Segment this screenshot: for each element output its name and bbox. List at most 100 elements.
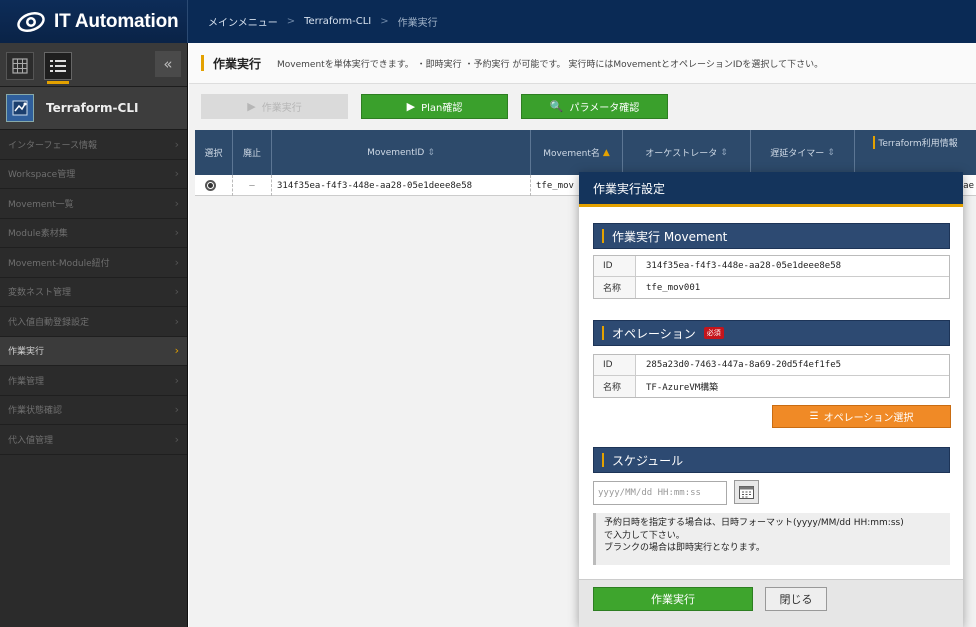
execution-settings-modal: 作業実行設定 作業実行 Movement ID 314f35ea-f4f3-44… [579, 172, 963, 627]
movement-details: ID 314f35ea-f4f3-448e-aa28-05e1deee8e58 … [593, 255, 950, 299]
schedule-note-line: 予約日時を指定する場合は、日時フォーマット(yyyy/MM/dd HH:mm:s… [604, 518, 904, 528]
sidebar-item-label: 代入値管理 [8, 435, 54, 446]
section-accent-bar [602, 453, 604, 467]
operation-name-label: 名称 [594, 376, 636, 397]
chevron-right-icon: › [174, 373, 179, 387]
operation-section-title: オペレーション [612, 326, 696, 341]
chevron-right-icon: › [174, 344, 179, 358]
modal-close-button[interactable]: 閉じる [765, 587, 827, 611]
page-header: 作業実行 Movementを単体実行できます。 ・即時実行 ・予約実行 が可能で… [189, 43, 976, 84]
double-chevron-left-icon: « [163, 55, 173, 73]
schedule-note: 予約日時を指定する場合は、日時フォーマット(yyyy/MM/dd HH:mm:s… [593, 513, 950, 565]
logo-icon [17, 11, 45, 32]
chevron-right-icon: › [174, 285, 179, 299]
modal-execute-button[interactable]: 作業実行 [593, 587, 753, 611]
chevron-right-icon: › [174, 314, 179, 328]
header-movement-id[interactable]: MovementID ⇕ [272, 130, 531, 175]
calendar-icon [739, 486, 754, 499]
header-delay-timer[interactable]: 遅延タイマー ⇕ [751, 130, 855, 175]
modal-title: 作業実行設定 [579, 172, 963, 207]
sidebar-item[interactable]: Module素材集 › [0, 218, 187, 248]
section-accent-bar [602, 229, 604, 243]
execute-button[interactable]: ▶ 作業実行 [201, 94, 348, 119]
parameter-check-button-label: パラメータ確認 [569, 103, 640, 114]
sidebar-item[interactable]: 変数ネスト管理 › [0, 277, 187, 307]
table-header: 選択 廃止 MovementID ⇕ Movement名 ▲ オーケストレータ ⇕ 遅… [195, 130, 976, 175]
page-title: 作業実行 [213, 56, 262, 71]
app-title: IT Automation [54, 10, 179, 32]
sidebar-item[interactable]: 代入値自動登録設定 › [0, 307, 187, 337]
operation-details: ID 285a23d0-7463-447a-8a69-20d5f4ef1fe5 … [593, 354, 950, 398]
sidebar-item[interactable]: 作業実行 › [0, 336, 187, 366]
movement-name-value: tfe_mov001 [646, 282, 701, 293]
sidebar-item[interactable]: Movement-Module紐付 › [0, 248, 187, 278]
page-description: Movementを単体実行できます。 ・即時実行 ・予約実行 が可能です。 実行… [277, 59, 824, 70]
sidebar-item[interactable]: 作業管理 › [0, 366, 187, 396]
sidebar-item[interactable]: 作業状態確認 › [0, 395, 187, 425]
sidebar-tabs: « [0, 43, 187, 87]
play-icon: ▶ [247, 100, 256, 113]
sidebar-item-label: Module素材集 [8, 229, 68, 240]
sidebar-item-label: 作業状態確認 [8, 406, 63, 417]
operation-select-label: オペレーション選択 [823, 413, 914, 424]
movement-section-title: 作業実行 Movement [612, 229, 728, 244]
select-radio-cell[interactable] [195, 175, 233, 196]
header-orchestrator-label: オーケストレータ [645, 149, 718, 159]
grid-view-tab[interactable] [6, 52, 34, 80]
plan-check-button[interactable]: ▶ Plan確認 [361, 94, 508, 119]
grid-icon [12, 58, 28, 74]
header-terraform-info: Terraform利用情報 [855, 130, 976, 175]
header-abolish: 廃止 [233, 130, 272, 175]
header-terraform-info-label: Terraform利用情報 [873, 136, 958, 149]
sidebar-item-label: Workspace管理 [8, 170, 76, 181]
sidebar-item[interactable]: 代入値管理 › [0, 425, 187, 455]
chevron-right-icon: › [174, 403, 179, 417]
list-view-tab[interactable] [44, 52, 72, 84]
breadcrumb-separator-icon: > [380, 16, 389, 27]
sort-icon: ⇕ [427, 147, 435, 158]
chevron-right-icon: › [174, 137, 179, 151]
header-movement-name[interactable]: Movement名 ▲ [531, 130, 623, 175]
chevron-right-icon: › [174, 226, 179, 240]
movement-name-label: 名称 [594, 277, 636, 298]
app-logo[interactable]: IT Automation [0, 0, 188, 43]
sidebar-item[interactable]: インターフェース情報 › [0, 130, 187, 160]
plan-check-button-label: Plan確認 [421, 103, 463, 114]
movement-id-value: 314f35ea-f4f3-448e-aa28-05e1deee8e58 [646, 261, 842, 271]
operation-id-label: ID [594, 355, 636, 375]
chevron-right-icon: › [174, 432, 179, 446]
sort-asc-icon: ▲ [602, 147, 610, 158]
top-bar: IT Automation メインメニュー > Terraform-CLI > … [0, 0, 976, 43]
movement-id-cell: 314f35ea-f4f3-448e-aa28-05e1deee8e58 [272, 175, 531, 196]
list-icon: ☰ [809, 411, 819, 422]
abolish-cell: — [233, 175, 272, 196]
schedule-section-header: スケジュール [593, 447, 950, 473]
sidebar-item-label: Movement-Module紐付 [8, 258, 110, 269]
operation-section-header: オペレーション 必須 [593, 320, 950, 346]
collapse-sidebar-button[interactable]: « [155, 51, 181, 77]
breadcrumb-main-menu[interactable]: メインメニュー [208, 14, 278, 29]
breadcrumb-current: 作業実行 [397, 18, 438, 29]
execute-button-label: 作業実行 [261, 103, 302, 114]
header-delay-timer-label: 遅延タイマー [770, 149, 825, 159]
schedule-note-line: ブランクの場合は即時実行となります。 [604, 543, 765, 553]
operation-name-row: 名称 TF-AzureVM構築 [594, 376, 949, 397]
header-orchestrator[interactable]: オーケストレータ ⇕ [623, 130, 751, 175]
calendar-button[interactable] [734, 480, 759, 504]
operation-select-button[interactable]: ☰ オペレーション選択 [772, 405, 951, 428]
sidebar-item[interactable]: Workspace管理 › [0, 159, 187, 189]
select-radio[interactable] [205, 180, 216, 191]
sidebar-item[interactable]: Movement一覧 › [0, 189, 187, 219]
chevron-right-icon: › [174, 167, 179, 181]
schedule-datetime-input[interactable]: yyyy/MM/dd HH:mm:ss [593, 481, 727, 505]
toolbar: ▶ 作業実行 ▶ Plan確認 🔍 パラメータ確認 [189, 84, 976, 130]
breadcrumb-separator-icon: > [286, 16, 296, 27]
modal-footer: 作業実行 閉じる [579, 579, 963, 627]
schedule-section-title: スケジュール [612, 453, 684, 468]
breadcrumb-terraform-cli[interactable]: Terraform-CLI [304, 16, 371, 27]
sort-icon: ⇕ [827, 147, 835, 158]
list-icon [50, 60, 66, 72]
required-badge: 必須 [703, 327, 724, 339]
menu-title: Terraform-CLI [46, 101, 139, 115]
parameter-check-button[interactable]: 🔍 パラメータ確認 [521, 94, 668, 119]
